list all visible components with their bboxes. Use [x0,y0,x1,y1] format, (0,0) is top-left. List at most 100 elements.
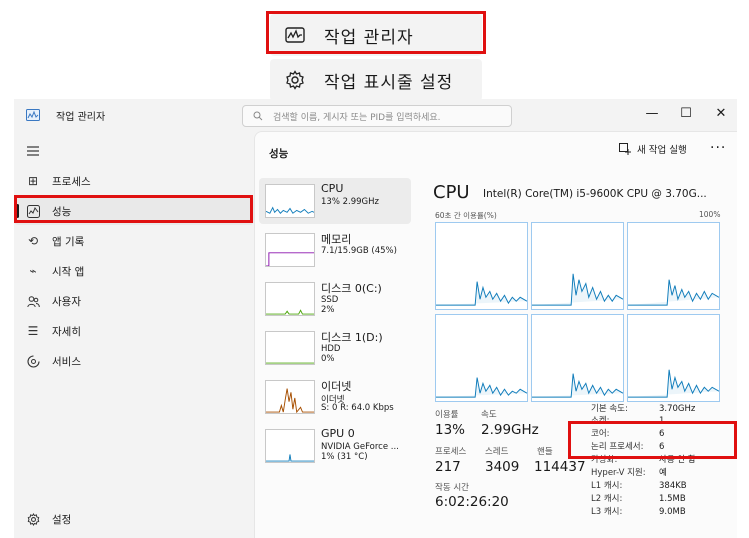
sidebar-item-processes[interactable]: ⊞ 프로세스 [14,167,254,195]
highlight-box [568,421,737,459]
users-icon [26,294,40,308]
cpu-thumbnail [265,184,315,218]
context-menu-label: 작업 표시줄 설정 [324,72,454,93]
resource-detail: 2% [321,305,335,315]
resource-detail: SSD [321,295,339,305]
resource-item-gpu[interactable]: GPU 0 NVIDIA GeForce ... 1% (31 °C) [259,423,411,469]
info-row: L1 캐시: 384KB [591,481,687,491]
highlight-box [14,195,253,223]
sidebar-item-label: 설정 [52,513,72,526]
processes-icon: ⊞ [27,174,39,188]
context-menu-taskbar-settings[interactable]: 작업 표시줄 설정 [270,59,482,101]
sidebar-item-settings[interactable]: 설정 [14,505,254,533]
resource-name: 이더넷 [321,380,352,393]
task-manager-icon [26,109,40,121]
services-icon [26,354,40,368]
performance-panel: 성능 새 작업 실행 ··· CPU 13% 2.99GHz 메모리 7.1/1… [254,131,737,538]
info-row: L3 캐시: 9.0MB [591,507,686,517]
uptime-label: 작동 시간 [435,483,469,493]
utilization-label: 60초 간 이용률(%) [435,211,497,220]
cpu-model: Intel(R) Core(TM) i5-9600K CPU @ 3.70G..… [483,188,707,200]
core-graph [627,222,720,310]
info-row: 기본 속도: 3.70GHz [591,404,696,414]
memory-thumbnail [265,233,315,267]
details-icon: ☰ [27,324,39,338]
new-task-label: 새 작업 실행 [637,145,687,156]
resource-item-cpu[interactable]: CPU 13% 2.99GHz [259,178,411,224]
usage-value: 13% [435,422,466,438]
core-graph [627,314,720,402]
highlight-box [266,11,486,54]
utilization-max: 100% [699,210,721,219]
sidebar-item-label: 사용자 [52,295,81,308]
core-graph [531,222,624,310]
resource-detail: S: 0 R: 64.0 Kbps [321,403,394,413]
resource-detail: 0% [321,354,335,364]
more-options-button[interactable]: ··· [710,140,726,156]
gpu-thumbnail [265,429,315,463]
sidebar-item-app-history[interactable]: ⟲ 앱 기록 [14,227,254,255]
ethernet-thumbnail [265,380,315,414]
history-icon: ⟲ [27,234,39,248]
resource-name: GPU 0 [321,427,355,440]
handles-value: 114437 [534,459,586,475]
info-row: L2 캐시: 1.5MB [591,494,686,504]
resource-item-ethernet[interactable]: 이더넷 이더넷 S: 0 R: 64.0 Kbps [259,374,411,420]
core-graph [531,314,624,402]
handles-label: 핸들 [537,447,553,457]
disk-thumbnail [265,331,315,365]
resource-name: 디스크 0(C:) [321,282,382,295]
info-row: Hyper-V 지원: 예 [591,468,667,478]
core-graph [435,222,528,310]
search-input[interactable]: 검색할 이름, 게시자 또는 PID를 입력하세요. [242,105,512,127]
resource-detail: 7.1/15.9GB (45%) [321,246,397,256]
usage-label: 이용률 [435,410,459,420]
new-task-icon [619,143,631,155]
resource-detail: NVIDIA GeForce ... [321,442,399,452]
sidebar-item-label: 자세히 [52,325,81,338]
speed-value: 2.99GHz [481,422,539,438]
sidebar-item-label: 시작 앱 [52,265,85,278]
threads-value: 3409 [485,459,520,475]
uptime-value: 6:02:26:20 [435,494,509,510]
close-button[interactable]: ✕ [708,103,734,123]
task-manager-window: 작업 관리자 검색할 이름, 게시자 또는 PID를 입력하세요. — ☐ ✕ … [14,99,737,538]
hamburger-menu-icon[interactable] [26,145,40,157]
resource-detail: 1% (31 °C) [321,452,368,462]
sidebar-item-label: 서비스 [52,355,81,368]
gear-icon [26,512,40,526]
processes-label: 프로세스 [435,447,467,457]
resource-detail: 13% 2.99GHz [321,197,379,207]
speed-label: 속도 [481,410,497,420]
sidebar-item-label: 앱 기록 [52,235,85,248]
sidebar-item-label: 프로세스 [52,175,91,188]
resource-name: 디스크 1(D:) [321,331,383,344]
title-bar: 작업 관리자 검색할 이름, 게시자 또는 PID를 입력하세요. — ☐ ✕ [14,99,737,131]
page-title: 성능 [269,148,289,160]
minimize-button[interactable]: — [639,103,665,123]
resource-name: CPU [321,182,344,195]
resource-detail: HDD [321,344,341,354]
resource-item-disk-1[interactable]: 디스크 1(D:) HDD 0% [259,325,411,371]
sidebar-item-services[interactable]: 서비스 [14,347,254,375]
resource-name: 메모리 [321,233,352,246]
resource-item-disk-0[interactable]: 디스크 0(C:) SSD 2% [259,276,411,322]
core-graph [435,314,528,402]
search-placeholder: 검색할 이름, 게시자 또는 PID를 입력하세요. [273,112,441,123]
cpu-core-graphs [435,222,720,402]
sidebar-item-details[interactable]: ☰ 자세히 [14,317,254,345]
resource-item-memory[interactable]: 메모리 7.1/15.9GB (45%) [259,227,411,273]
processes-value: 217 [435,459,461,475]
sidebar-item-users[interactable]: 사용자 [14,287,254,315]
new-task-button[interactable]: 새 작업 실행 [619,142,687,156]
sidebar-item-startup-apps[interactable]: ⌁ 시작 앱 [14,257,254,285]
sidebar: ⊞ 프로세스 성능 ⟲ 앱 기록 ⌁ 시작 앱 사용자 ☰ 자세히 서비스 설정 [14,131,254,538]
startup-icon: ⌁ [29,264,37,278]
search-icon [253,111,263,121]
window-title: 작업 관리자 [56,112,106,123]
detail-title: CPU [433,182,470,203]
gear-icon [284,69,306,91]
maximize-button[interactable]: ☐ [673,103,699,123]
disk-thumbnail [265,282,315,316]
threads-label: 스레드 [485,447,509,457]
